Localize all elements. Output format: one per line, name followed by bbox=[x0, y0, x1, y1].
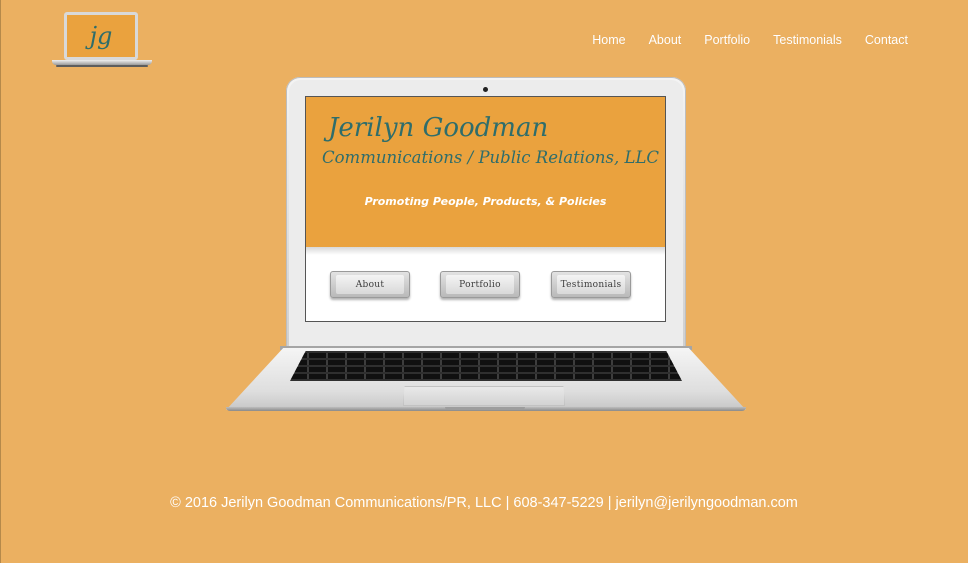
preview-testimonials-button[interactable]: Testimonials bbox=[551, 271, 631, 298]
keyboard-row bbox=[290, 360, 682, 365]
site-logo[interactable]: jg bbox=[52, 12, 152, 68]
footer-separator: | bbox=[603, 495, 616, 511]
preview-hero: Jerilyn Goodman Communications / Public … bbox=[306, 97, 665, 247]
preview-portfolio-button[interactable]: Portfolio bbox=[440, 271, 520, 298]
keyboard-row bbox=[290, 374, 682, 379]
footer-copyright: © 2016 Jerilyn Goodman Communications/PR… bbox=[170, 495, 502, 511]
footer-email[interactable]: jerilyn@jerilyngoodman.com bbox=[616, 495, 798, 511]
laptop-notch bbox=[445, 407, 525, 410]
footer-separator: | bbox=[501, 495, 514, 511]
main-nav: Home About Portfolio Testimonials Contac… bbox=[592, 33, 908, 47]
camera-icon bbox=[483, 87, 488, 92]
preview-portfolio-label: Portfolio bbox=[446, 275, 514, 294]
keyboard-icon bbox=[290, 351, 682, 381]
laptop-trackpad bbox=[403, 386, 565, 406]
footer-phone[interactable]: 608-347-5229 bbox=[513, 495, 603, 511]
preview-about-label: About bbox=[336, 275, 404, 294]
left-border bbox=[0, 0, 1, 563]
preview-testimonials-label: Testimonials bbox=[557, 275, 625, 294]
nav-home[interactable]: Home bbox=[592, 33, 625, 47]
preview-title: Jerilyn Goodman bbox=[328, 113, 549, 143]
nav-about[interactable]: About bbox=[649, 33, 682, 47]
footer: © 2016 Jerilyn Goodman Communications/PR… bbox=[0, 495, 968, 511]
logo-shadow bbox=[56, 65, 148, 67]
nav-portfolio[interactable]: Portfolio bbox=[704, 33, 750, 47]
keyboard-row bbox=[290, 353, 682, 358]
nav-contact[interactable]: Contact bbox=[865, 33, 908, 47]
logo-laptop-lid: jg bbox=[64, 12, 138, 60]
preview-subtitle: Communications / Public Relations, LLC bbox=[322, 148, 660, 167]
preview-divider bbox=[306, 247, 665, 255]
preview-about-button[interactable]: About bbox=[330, 271, 410, 298]
preview-tagline: Promoting People, Products, & Policies bbox=[364, 195, 607, 208]
nav-testimonials[interactable]: Testimonials bbox=[773, 33, 842, 47]
keyboard-row bbox=[290, 367, 682, 372]
laptop-screen-preview: Jerilyn Goodman Communications / Public … bbox=[305, 96, 666, 322]
logo-monogram: jg bbox=[67, 15, 135, 57]
